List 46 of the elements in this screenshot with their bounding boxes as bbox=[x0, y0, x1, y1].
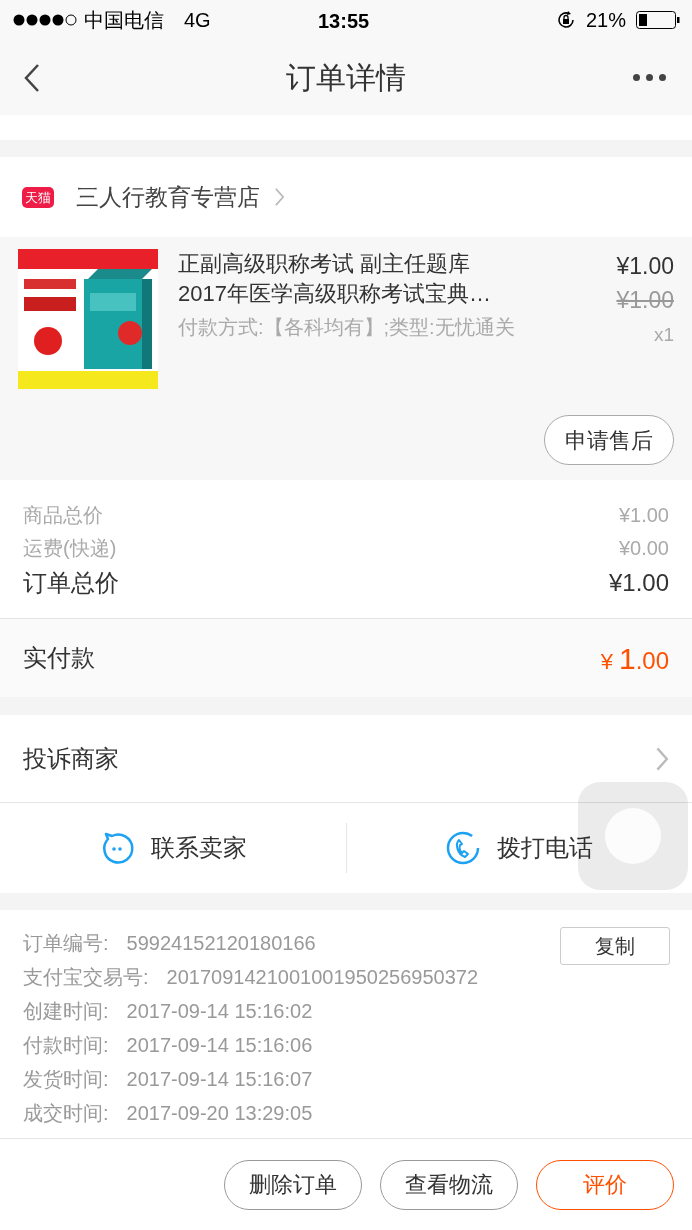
battery-icon bbox=[636, 11, 680, 29]
info-value: 2017-09-14 15:16:07 bbox=[126, 1067, 313, 1092]
store-badge: 天猫 bbox=[22, 186, 54, 208]
info-label: 支付宝交易号: bbox=[23, 965, 149, 990]
paid-label: 实付款 bbox=[23, 643, 95, 673]
info-value: 2017-09-20 13:29:05 bbox=[126, 1101, 313, 1126]
chevron-left-icon bbox=[24, 62, 40, 93]
total-value: ¥1.00 bbox=[608, 568, 669, 598]
product-quantity: x1 bbox=[653, 323, 674, 347]
total-value: ¥0.00 bbox=[618, 535, 669, 561]
paid-amount: ¥ 1.00 bbox=[600, 640, 669, 677]
total-label: 运费(快递) bbox=[23, 535, 117, 561]
chevron-right-icon bbox=[654, 745, 669, 772]
chevron-right-icon bbox=[274, 187, 285, 207]
network-type: 4G bbox=[184, 8, 211, 33]
carrier-name: 中国电信 bbox=[84, 8, 164, 33]
info-label: 订单编号: bbox=[23, 931, 109, 956]
info-value: 2017-09-14 15:16:02 bbox=[126, 999, 313, 1024]
original-price: ¥1.00 bbox=[616, 286, 674, 315]
info-value: 59924152120180166 bbox=[126, 931, 316, 956]
info-value: 2017-09-14 15:16:06 bbox=[126, 1033, 313, 1058]
store-link[interactable]: 三人行教育专营店 bbox=[76, 179, 285, 215]
action-button[interactable]: 查看物流 bbox=[380, 1159, 518, 1210]
info-label: 成交时间: bbox=[23, 1101, 109, 1126]
battery-percent: 21% bbox=[585, 8, 626, 33]
signal-icon bbox=[12, 13, 78, 27]
info-label: 发货时间: bbox=[23, 1067, 109, 1092]
info-label: 创建时间: bbox=[23, 999, 109, 1024]
info-label: 付款时间: bbox=[23, 1033, 109, 1058]
phone-icon bbox=[445, 830, 482, 866]
rotation-lock-icon bbox=[555, 10, 576, 30]
copy-button[interactable]: 复制 bbox=[560, 927, 670, 965]
status-time: 13:55 bbox=[318, 9, 370, 34]
total-label: 商品总价 bbox=[23, 502, 103, 528]
page-title: 订单详情 bbox=[286, 60, 406, 96]
contact-button[interactable]: 联系卖家 bbox=[98, 830, 247, 866]
product-title: 正副高级职称考试 副主任题库2017年医学高级职称考试宝典… bbox=[178, 250, 492, 308]
info-value: 2017091421001001950256950372 bbox=[166, 965, 478, 990]
product-spec: 付款方式:【各科均有】;类型:无忧通关 bbox=[178, 315, 516, 340]
total-value: ¥1.00 bbox=[618, 502, 669, 528]
contact-button[interactable]: 拨打电话 bbox=[445, 830, 594, 866]
product-price: ¥1.00 bbox=[616, 252, 674, 281]
action-button[interactable]: 删除订单 bbox=[224, 1159, 362, 1210]
complaint-row[interactable]: 投诉商家 bbox=[0, 715, 692, 803]
after-sale-button[interactable]: 申请售后 bbox=[544, 415, 674, 465]
total-label: 订单总价 bbox=[23, 568, 119, 598]
